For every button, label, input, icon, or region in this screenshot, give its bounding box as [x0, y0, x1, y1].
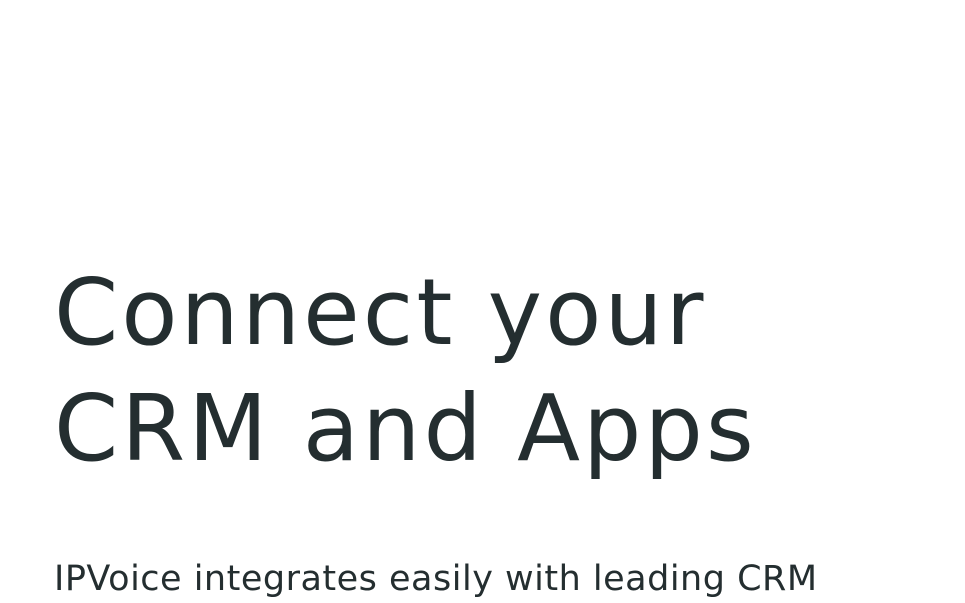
hero-section: Connect your CRM and Apps IPVoice integr… — [54, 255, 934, 599]
hero-description: IPVoice integrates easily with leading C… — [54, 559, 818, 599]
hero-title: Connect your CRM and Apps — [54, 255, 934, 487]
hero-title-line-2: CRM and Apps — [54, 375, 757, 482]
hero-title-line-1: Connect your — [54, 259, 707, 366]
